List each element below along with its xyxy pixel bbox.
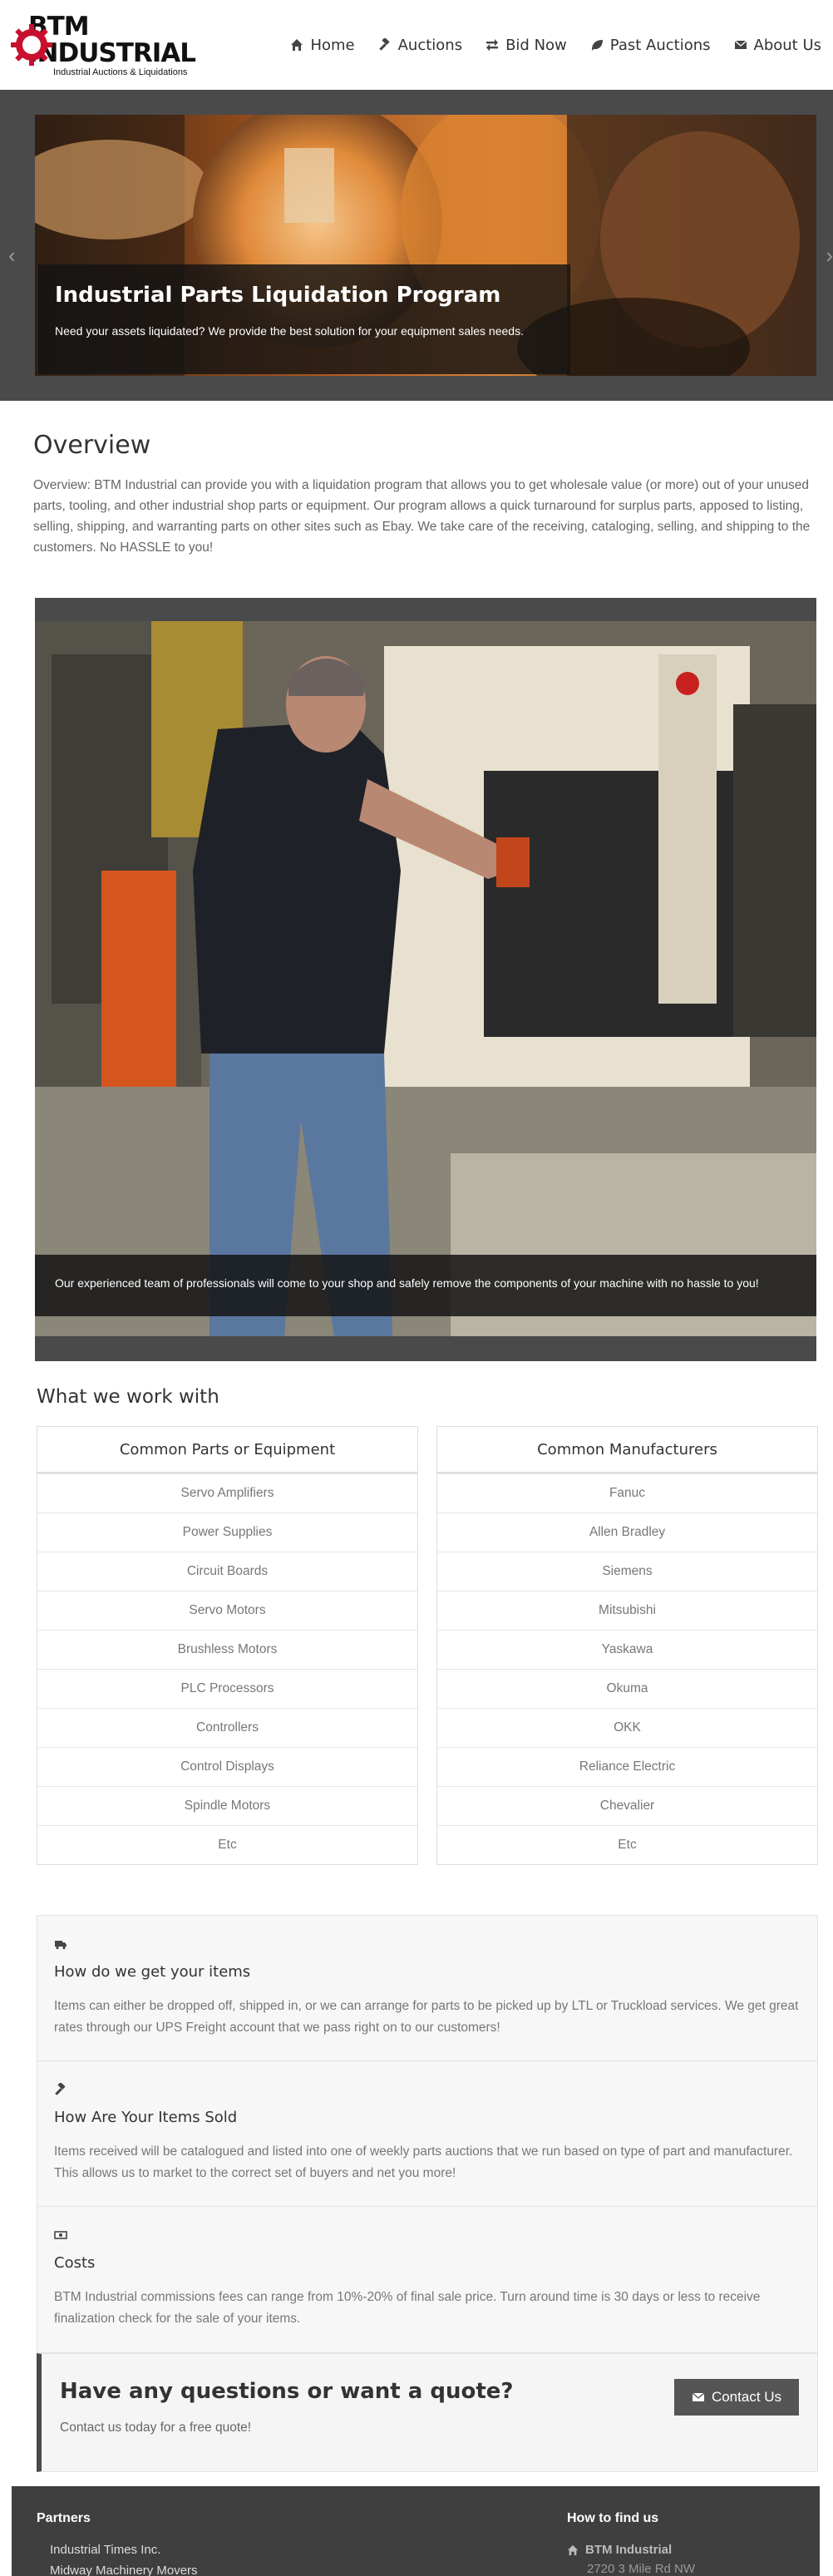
info-shipping-text: Items can either be dropped off, shipped… xyxy=(54,1999,799,2035)
technician-photo xyxy=(35,621,816,1336)
info-shipping: How do we get your items Items can eithe… xyxy=(37,1916,817,2061)
info-costs: Costs BTM Industrial commissions fees ca… xyxy=(37,2207,817,2352)
contact-us-label: Contact Us xyxy=(711,2389,782,2405)
table-row: Power Supplies xyxy=(37,1513,417,1552)
table-row: Circuit Boards xyxy=(37,1552,417,1591)
table-row: Yaskawa xyxy=(437,1630,817,1669)
table-row: Control Displays xyxy=(37,1747,417,1786)
table-row: Spindle Motors xyxy=(37,1786,417,1825)
find-us-title: How to find us xyxy=(567,2511,659,2525)
table-row: Mitsubishi xyxy=(437,1591,817,1630)
quote-callout: Have any questions or want a quote? Cont… xyxy=(37,2353,818,2472)
hero-slider: ‹ Industrial Parts Liquidation Program N… xyxy=(0,90,833,401)
nav-auctions[interactable]: Auctions xyxy=(378,37,462,54)
nav-bid-now-label: Bid Now xyxy=(505,36,567,54)
table-row: PLC Processors xyxy=(37,1669,417,1708)
table-row: Allen Bradley xyxy=(437,1513,817,1552)
footer-company-name: BTM Industrial xyxy=(585,2543,673,2557)
home-icon xyxy=(291,39,303,51)
home-icon xyxy=(567,2544,579,2555)
envelope-icon xyxy=(692,2392,705,2401)
gavel-icon xyxy=(55,2081,66,2095)
info-shipping-title: How do we get your items xyxy=(54,1963,251,1981)
table-row: Reliance Electric xyxy=(437,1747,817,1786)
logo[interactable]: BTM INDUSTRIAL Industrial Auctions & Liq… xyxy=(10,12,218,78)
slide-caption: Industrial Parts Liquidation Program Nee… xyxy=(38,264,570,374)
manufacturers-table-header: Common Manufacturers xyxy=(437,1427,817,1473)
nav-home[interactable]: Home xyxy=(290,36,355,54)
slide-title: Industrial Parts Liquidation Program xyxy=(55,283,501,308)
nav-bid-now[interactable]: Bid Now xyxy=(486,37,567,54)
table-row: Etc xyxy=(437,1825,817,1864)
nav-auctions-label: Auctions xyxy=(397,36,463,54)
table-row: OKK xyxy=(437,1708,817,1747)
logo-title: BTM INDUSTRIAL xyxy=(28,11,196,68)
quote-text: Contact us today for a free quote! xyxy=(60,2421,252,2435)
logo-subtitle: Industrial Auctions & Liquidations xyxy=(53,67,188,77)
nav-about-us-label: About Us xyxy=(753,36,822,54)
site-header: BTM INDUSTRIAL Industrial Auctions & Liq… xyxy=(0,0,833,90)
truck-icon xyxy=(55,1941,67,1950)
nav-home-label: Home xyxy=(310,36,355,54)
exchange-icon xyxy=(486,39,499,52)
overview-title: Overview xyxy=(33,431,151,460)
info-selling: How Are Your Items Sold Items received w… xyxy=(37,2061,817,2207)
info-costs-text: BTM Industrial commissions fees can rang… xyxy=(54,2290,761,2326)
table-row: Servo Motors xyxy=(37,1591,417,1630)
table-row: Brushless Motors xyxy=(37,1630,417,1669)
table-row: Etc xyxy=(37,1825,417,1864)
gavel-icon xyxy=(378,38,390,51)
hero-slide: Industrial Parts Liquidation Program Nee… xyxy=(35,115,816,376)
overview-text: Overview: BTM Industrial can provide you… xyxy=(33,478,811,555)
envelope-icon xyxy=(734,40,747,49)
table-row: Controllers xyxy=(37,1708,417,1747)
photo-caption: Our experienced team of professionals wi… xyxy=(35,1255,816,1316)
slider-next-arrow-icon[interactable]: › xyxy=(826,243,833,269)
info-selling-title: How Are Your Items Sold xyxy=(54,2109,238,2126)
table-row: Chevalier xyxy=(437,1786,817,1825)
footer-company: BTM Industrial xyxy=(567,2543,695,2557)
gear-logo-icon xyxy=(10,23,53,67)
table-row: Fanuc xyxy=(437,1473,817,1513)
table-row: Okuma xyxy=(437,1669,817,1708)
partners-title: Partners xyxy=(37,2511,91,2525)
footer-find-us: How to find us BTM Industrial 2720 3 Mil… xyxy=(567,2511,695,2576)
info-selling-text: Items received will be catalogued and li… xyxy=(54,2144,793,2180)
nav-past-auctions[interactable]: Past Auctions xyxy=(590,37,711,54)
nav-past-auctions-label: Past Auctions xyxy=(609,36,711,54)
manufacturers-table: Common Manufacturers Fanuc Allen Bradley… xyxy=(436,1426,818,1865)
nav-about-us[interactable]: About Us xyxy=(734,36,822,54)
footer-partners: Partners Industrial Times Inc. Midway Ma… xyxy=(37,2511,198,2576)
info-costs-title: Costs xyxy=(54,2254,96,2272)
overview-section: Overview Overview: BTM Industrial can pr… xyxy=(0,431,833,558)
work-with-title: What we work with xyxy=(37,1386,219,1408)
money-icon xyxy=(54,2231,67,2239)
technician-photo-block: Our experienced team of professionals wi… xyxy=(35,598,816,1361)
site-footer: Partners Industrial Times Inc. Midway Ma… xyxy=(12,2486,820,2576)
partner-link[interactable]: Industrial Times Inc. xyxy=(37,2543,198,2557)
slide-text: Need your assets liquidated? We provide … xyxy=(55,324,524,338)
partner-link[interactable]: Midway Machinery Movers xyxy=(37,2564,198,2576)
parts-table: Common Parts or Equipment Servo Amplifie… xyxy=(37,1426,418,1865)
table-row: Servo Amplifiers xyxy=(37,1473,417,1513)
work-with-tables: Common Parts or Equipment Servo Amplifie… xyxy=(37,1426,818,1865)
contact-us-button[interactable]: Contact Us xyxy=(674,2379,799,2416)
slider-prev-arrow-icon[interactable]: ‹ xyxy=(8,243,16,269)
main-nav: Home Auctions Bid Now Past Auctions Abou… xyxy=(290,37,821,54)
info-panel: How do we get your items Items can eithe… xyxy=(37,1915,818,2353)
table-row: Siemens xyxy=(437,1552,817,1591)
footer-address: 2720 3 Mile Rd NW xyxy=(587,2562,696,2576)
parts-table-header: Common Parts or Equipment xyxy=(37,1427,417,1473)
leaf-icon xyxy=(591,40,603,51)
